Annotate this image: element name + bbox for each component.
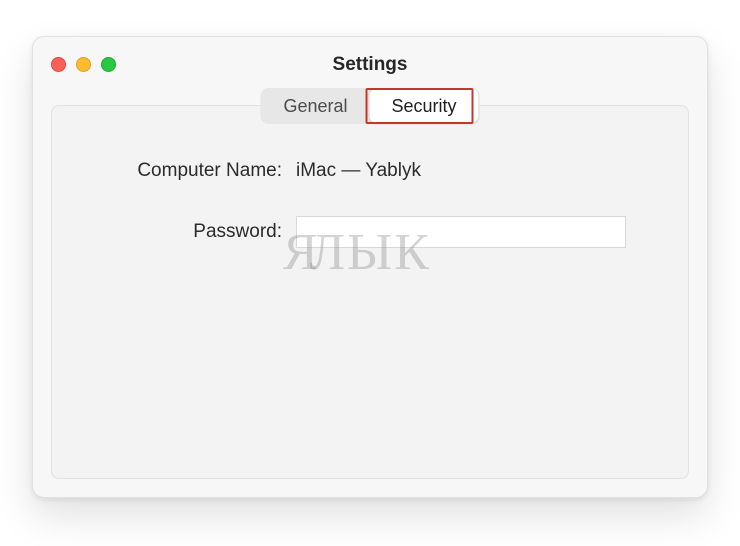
row-password: Password:	[76, 216, 664, 248]
window-controls	[51, 57, 116, 72]
zoom-icon[interactable]	[101, 57, 116, 72]
computer-name-value: iMac — Yablyk	[296, 160, 421, 182]
titlebar: Settings	[33, 37, 707, 93]
tab-security-label: Security	[392, 96, 457, 117]
tab-security[interactable]: Security	[370, 89, 479, 123]
password-label: Password:	[76, 221, 296, 243]
row-computer-name: Computer Name: iMac — Yablyk	[76, 160, 664, 182]
minimize-icon[interactable]	[76, 57, 91, 72]
settings-window: Settings General Security Computer Name:…	[32, 36, 708, 498]
tab-general-label: General	[283, 96, 347, 117]
tab-general[interactable]: General	[261, 89, 369, 123]
window-title: Settings	[333, 54, 408, 76]
computer-name-label: Computer Name:	[76, 160, 296, 182]
content-panel: General Security Computer Name: iMac — Y…	[51, 105, 689, 479]
close-icon[interactable]	[51, 57, 66, 72]
password-input[interactable]	[296, 216, 626, 248]
security-form: Computer Name: iMac — Yablyk Password:	[52, 160, 688, 282]
tabs-segmented-control: General Security	[260, 88, 479, 124]
